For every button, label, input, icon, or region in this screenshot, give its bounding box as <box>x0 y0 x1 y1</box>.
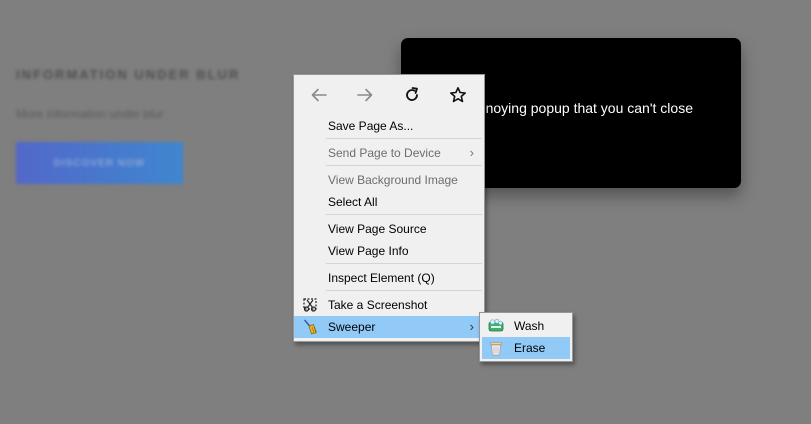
menu-item-view-background-image: View Background Image <box>294 169 484 191</box>
menu-item-label: View Page Source <box>328 222 427 236</box>
submenu-item-label: Wash <box>514 319 545 333</box>
discover-now-button[interactable]: DISCOVER NOW <box>16 142 183 184</box>
menu-item-select-all[interactable]: Select All <box>294 191 484 213</box>
menu-separator <box>326 165 482 166</box>
menu-separator <box>326 214 482 215</box>
context-menu: Save Page As... Send Page to Device › Vi… <box>293 74 485 342</box>
submenu-item-erase[interactable]: Erase <box>482 337 570 359</box>
menu-item-sweeper[interactable]: Sweeper › <box>294 316 484 338</box>
menu-item-take-a-screenshot[interactable]: Take a Screenshot <box>294 294 484 316</box>
menu-item-label: Inspect Element (Q) <box>328 271 435 285</box>
submenu-item-wash[interactable]: Wash <box>482 315 570 337</box>
menu-separator <box>326 290 482 291</box>
wash-icon <box>488 318 504 332</box>
menu-item-label: Take a Screenshot <box>328 298 428 312</box>
menu-item-view-page-info[interactable]: View Page Info <box>294 240 484 262</box>
trash-can-icon <box>490 342 502 356</box>
page-heading: INFORMATION UNDER BLUR <box>16 67 241 82</box>
menu-item-label: Send Page to Device <box>328 146 441 160</box>
page-subtext: More information under blur <box>16 107 164 121</box>
menu-separator <box>326 138 482 139</box>
menu-item-inspect-element[interactable]: Inspect Element (Q) <box>294 267 484 289</box>
chevron-right-icon: › <box>469 319 474 334</box>
broom-icon <box>304 319 318 335</box>
arrow-right-icon <box>357 88 373 102</box>
menu-item-label: View Background Image <box>328 173 458 187</box>
reload-button[interactable] <box>399 83 425 107</box>
menu-item-send-page-to-device: Send Page to Device › <box>294 142 484 164</box>
menu-item-view-page-source[interactable]: View Page Source <box>294 218 484 240</box>
sweeper-submenu: Wash Erase <box>479 312 573 362</box>
reload-icon <box>406 87 418 101</box>
menu-item-save-page-as[interactable]: Save Page As... <box>294 115 484 137</box>
menu-item-label: View Page Info <box>328 244 409 258</box>
bookmark-button[interactable] <box>445 83 471 107</box>
arrow-left-icon <box>311 88 327 102</box>
menu-separator <box>326 263 482 264</box>
context-menu-navigation <box>294 75 484 115</box>
screenshot-icon <box>303 298 317 312</box>
submenu-item-label: Erase <box>514 341 546 355</box>
chevron-right-icon: › <box>469 145 474 160</box>
back-button[interactable] <box>306 83 332 107</box>
menu-item-label: Select All <box>328 195 378 209</box>
menu-item-label: Save Page As... <box>328 119 414 133</box>
menu-item-label: Sweeper <box>328 320 376 334</box>
forward-button[interactable] <box>352 83 378 107</box>
star-icon <box>450 87 466 103</box>
